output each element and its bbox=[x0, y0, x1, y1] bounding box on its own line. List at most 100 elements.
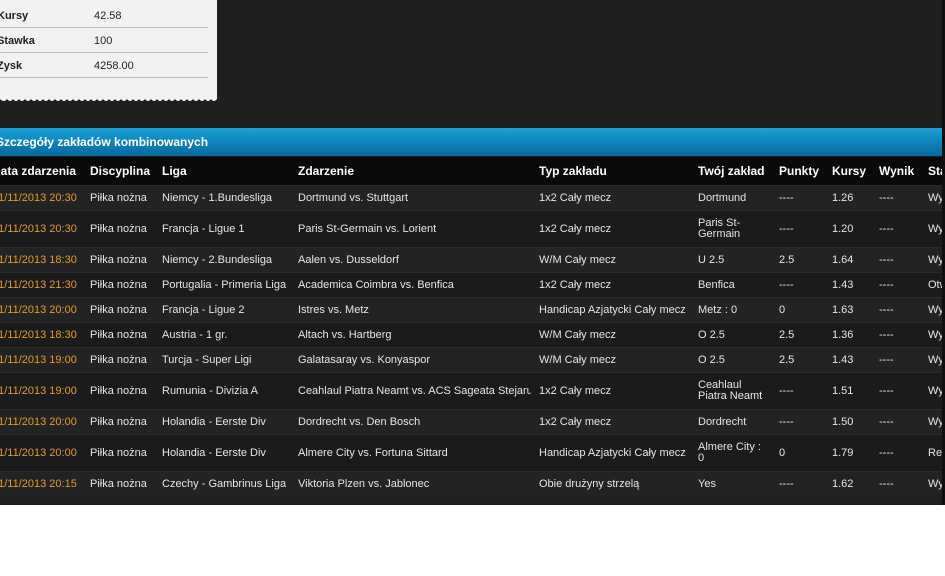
table-row[interactable]: 01/11/2013 20:00 Piłka nożna Francja - Lig… bbox=[0, 297, 945, 323]
page-content: Kursy 42.58 Stawka 100 Zysk 4258.00 Szcz… bbox=[0, 0, 945, 505]
table-cell-odds: 1.43 bbox=[824, 272, 871, 298]
table-row[interactable]: 01/11/2013 20:00 Piłka nożna Holandia - Ee… bbox=[0, 409, 945, 435]
combined-bets-table: Data zdarzenia Discyplina Liga Zdarzenie… bbox=[0, 157, 945, 497]
table-cell-league: Austria - 1 gr. bbox=[154, 322, 290, 348]
table-cell-odds: 1.26 bbox=[824, 185, 871, 211]
table-cell-discipline: Piłka nożna bbox=[82, 297, 154, 323]
table-cell-points: 2.5 bbox=[771, 347, 824, 373]
table-cell-pick: Paris St-Germain bbox=[690, 210, 771, 248]
table-cell-points: ---- bbox=[771, 272, 824, 298]
table-cell-discipline: Piłka nożna bbox=[82, 185, 154, 211]
receipt-row-profit: Zysk 4258.00 bbox=[0, 52, 208, 78]
table-row[interactable]: 01/11/2013 20:30 Piłka nożna Francja - Lig… bbox=[0, 210, 945, 248]
table-cell-date: 01/11/2013 20:00 bbox=[0, 297, 82, 323]
table-cell-odds: 1.62 bbox=[824, 471, 871, 497]
receipt-label: Zysk bbox=[0, 60, 23, 72]
table-cell-event: Ceahlaul Piatra Neamt vs. ACS Sageata St… bbox=[290, 372, 531, 410]
table-cell-league: Portugalia - Primeria Liga bbox=[154, 272, 290, 298]
table-cell-odds: 1.50 bbox=[824, 409, 871, 435]
table-cell-pick: O 2.5 bbox=[690, 322, 771, 348]
column-header-result[interactable]: Wynik bbox=[871, 157, 920, 186]
table-cell-date: 01/11/2013 18:30 bbox=[0, 322, 82, 348]
table-cell-league: Niemcy - 2.Bundesliga bbox=[154, 247, 290, 273]
table-cell-points: 0 bbox=[771, 297, 824, 323]
table-cell-bet-type: 1x2 Cały mecz bbox=[531, 409, 690, 435]
column-header-discipline[interactable]: Discyplina bbox=[82, 157, 154, 186]
table-cell-discipline: Piłka nożna bbox=[82, 210, 154, 248]
table-cell-pick: Yes bbox=[690, 471, 771, 497]
table-cell-result: ---- bbox=[871, 372, 920, 410]
table-cell-date: 01/11/2013 20:30 bbox=[0, 210, 82, 248]
table-cell-bet-type: 1x2 Cały mecz bbox=[531, 185, 690, 211]
table-cell-bet-type: Handicap Azjatycki Cały mecz bbox=[531, 297, 690, 323]
table-row[interactable]: 01/11/2013 18:30 Piłka nożna Austria - 1 g… bbox=[0, 322, 945, 348]
receipt-row-odds: Kursy 42.58 bbox=[0, 2, 208, 28]
table-cell-bet-type: 1x2 Cały mecz bbox=[531, 210, 690, 248]
table-row[interactable]: 01/11/2013 19:00 Piłka nożna Rumunia - Div… bbox=[0, 372, 945, 410]
table-cell-league: Turcja - Super Ligi bbox=[154, 347, 290, 373]
table-cell-result: ---- bbox=[871, 247, 920, 273]
column-header-bet-type[interactable]: Typ zakładu bbox=[531, 157, 690, 186]
table-row[interactable]: 01/11/2013 21:30 Piłka nożna Portugalia - … bbox=[0, 272, 945, 298]
table-cell-date: 01/11/2013 20:00 bbox=[0, 434, 82, 472]
table-cell-odds: 1.51 bbox=[824, 372, 871, 410]
table-cell-points: 0 bbox=[771, 434, 824, 472]
table-cell-result: ---- bbox=[871, 322, 920, 348]
column-header-date[interactable]: Data zdarzenia bbox=[0, 157, 82, 186]
table-cell-league: Francja - Ligue 1 bbox=[154, 210, 290, 248]
bet-receipt: Kursy 42.58 Stawka 100 Zysk 4258.00 bbox=[0, 0, 217, 98]
table-cell-pick: Ceahlaul Piatra Neamt bbox=[690, 372, 771, 410]
table-cell-bet-type: 1x2 Cały mecz bbox=[531, 372, 690, 410]
table-cell-points: ---- bbox=[771, 409, 824, 435]
table-row[interactable]: 01/11/2013 18:30 Piłka nożna Niemcy - 2.Bu… bbox=[0, 247, 945, 273]
table-cell-bet-type: Handicap Azjatycki Cały mecz bbox=[531, 434, 690, 472]
table-cell-date: 01/11/2013 21:30 bbox=[0, 272, 82, 298]
table-cell-discipline: Piłka nożna bbox=[82, 471, 154, 497]
table-cell-league: Czechy - Gambrinus Liga bbox=[154, 471, 290, 497]
table-row[interactable]: 01/11/2013 20:30 Piłka nożna Niemcy - 1.Bu… bbox=[0, 185, 945, 211]
table-cell-event: Galatasaray vs. Konyaspor bbox=[290, 347, 531, 373]
table-cell-odds: 1.63 bbox=[824, 297, 871, 323]
table-cell-event: Dordrecht vs. Den Bosch bbox=[290, 409, 531, 435]
table-cell-points: ---- bbox=[771, 471, 824, 497]
table-body: 01/11/2013 20:30 Piłka nożna Niemcy - 1.Bu… bbox=[0, 185, 945, 497]
table-cell-points: ---- bbox=[771, 185, 824, 211]
table-cell-bet-type: W/M Cały mecz bbox=[531, 347, 690, 373]
table-cell-pick: Dordrecht bbox=[690, 409, 771, 435]
column-header-pick[interactable]: Twój zakład bbox=[690, 157, 771, 186]
receipt-row-stake: Stawka 100 bbox=[0, 27, 208, 53]
section-header: Szczegóły zakładów kombinowanych bbox=[0, 128, 945, 156]
table-cell-event: Viktoria Plzen vs. Jablonec bbox=[290, 471, 531, 497]
table-cell-points: ---- bbox=[771, 210, 824, 248]
table-cell-date: 01/11/2013 20:00 bbox=[0, 409, 82, 435]
table-cell-date: 01/11/2013 20:30 bbox=[0, 185, 82, 211]
column-header-league[interactable]: Liga bbox=[154, 157, 290, 186]
receipt-value: 42.58 bbox=[94, 10, 122, 22]
table-cell-result: ---- bbox=[871, 210, 920, 248]
table-row[interactable]: 01/11/2013 19:00 Piłka nożna Turcja - Supe… bbox=[0, 347, 945, 373]
table-cell-result: ---- bbox=[871, 272, 920, 298]
section-title: Szczegóły zakładów kombinowanych bbox=[0, 135, 209, 149]
table-cell-bet-type: Obie drużyny strzelą bbox=[531, 471, 690, 497]
table-cell-discipline: Piłka nożna bbox=[82, 347, 154, 373]
table-cell-discipline: Piłka nożna bbox=[82, 272, 154, 298]
table-cell-pick: U 2.5 bbox=[690, 247, 771, 273]
table-row[interactable]: 01/11/2013 20:15 Piłka nożna Czechy - Gamb… bbox=[0, 471, 945, 497]
table-cell-result: ---- bbox=[871, 185, 920, 211]
table-cell-discipline: Piłka nożna bbox=[82, 372, 154, 410]
table-cell-discipline: Piłka nożna bbox=[82, 247, 154, 273]
table-cell-odds: 1.43 bbox=[824, 347, 871, 373]
column-header-odds[interactable]: Kursy bbox=[824, 157, 871, 186]
table-row[interactable]: 01/11/2013 20:00 Piłka nożna Holandia - Ee… bbox=[0, 434, 945, 472]
table-cell-date: 01/11/2013 20:15 bbox=[0, 471, 82, 497]
table-cell-points: ---- bbox=[771, 372, 824, 410]
table-cell-pick: Metz : 0 bbox=[690, 297, 771, 323]
table-cell-odds: 1.20 bbox=[824, 210, 871, 248]
table-cell-bet-type: W/M Cały mecz bbox=[531, 322, 690, 348]
table-cell-league: Rumunia - Divizia A bbox=[154, 372, 290, 410]
receipt-value: 4258.00 bbox=[94, 60, 134, 72]
receipt-value: 100 bbox=[94, 35, 113, 47]
table-cell-pick: Dortmund bbox=[690, 185, 771, 211]
column-header-points[interactable]: Punkty bbox=[771, 157, 824, 186]
column-header-event[interactable]: Zdarzenie bbox=[290, 157, 531, 186]
